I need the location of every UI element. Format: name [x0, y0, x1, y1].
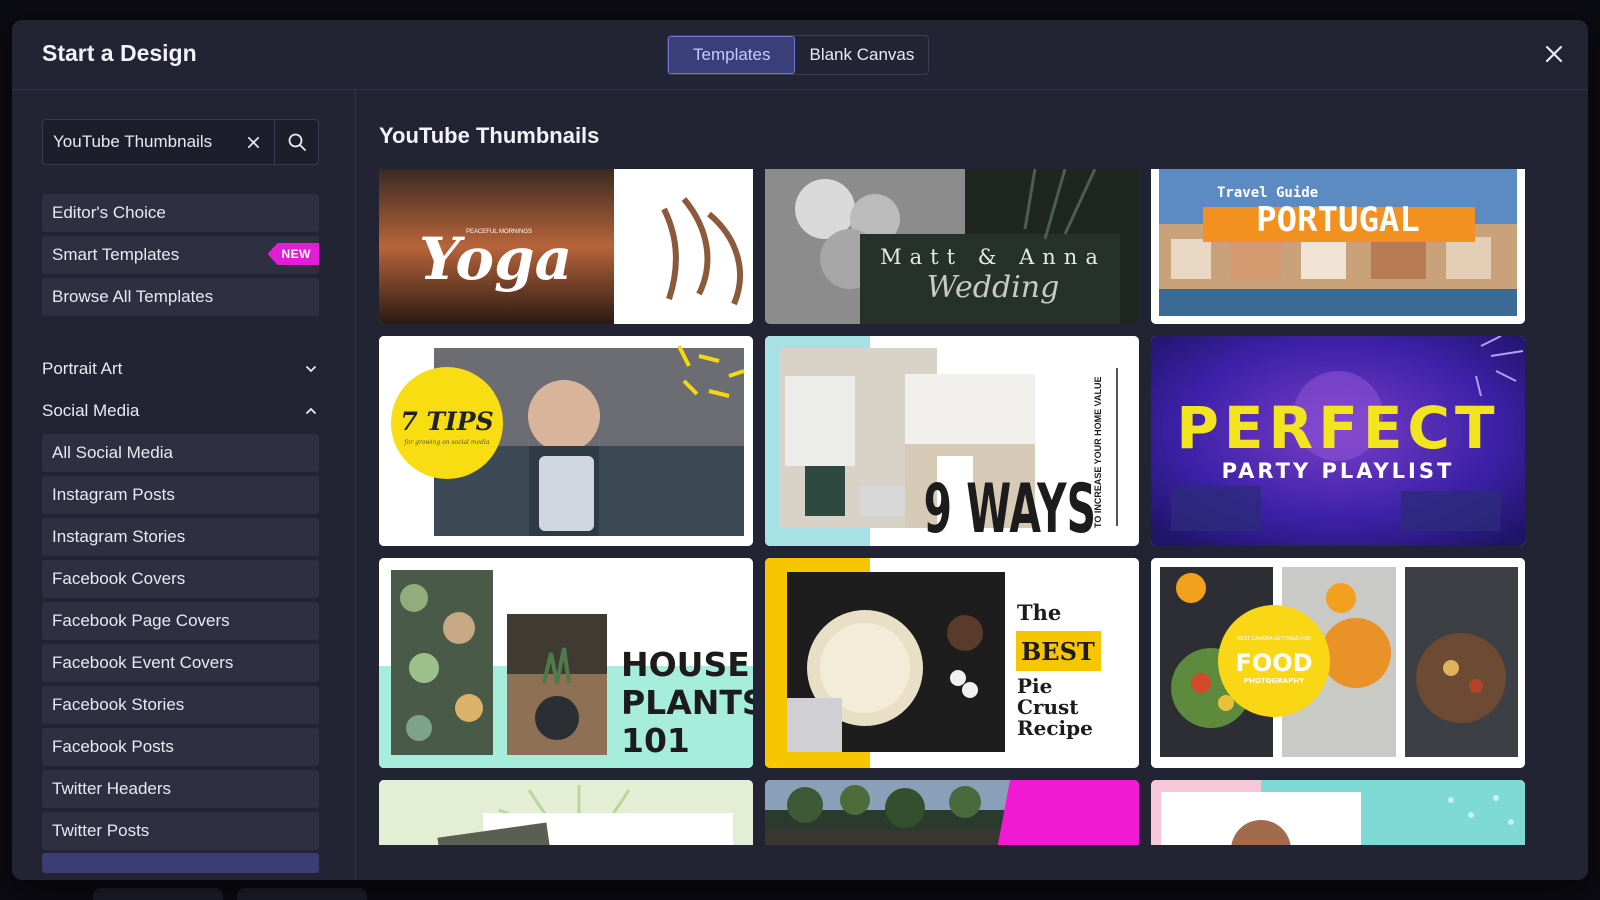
- sidebar-item-label: Twitter Posts: [52, 821, 150, 840]
- template-card-party-playlist[interactable]: PERFECT PARTY PLAYLIST: [1151, 336, 1525, 546]
- partial-thumbnail-1: [379, 780, 753, 845]
- chevron-down-icon: [306, 366, 316, 373]
- plants-title-line2: PLANTS: [621, 683, 753, 722]
- sidebar-item-label: Facebook Stories: [52, 695, 185, 714]
- sidebar-item-facebook-stories[interactable]: Facebook Stories: [42, 686, 319, 724]
- party-thumbnail: PERFECT PARTY PLAYLIST: [1151, 336, 1525, 546]
- tips-subtitle: for growing on social media: [404, 439, 490, 446]
- wedding-names: Matt & Anna: [880, 245, 1106, 269]
- portugal-title: PORTUGAL: [1256, 200, 1420, 240]
- pie-title-the: The: [1017, 600, 1061, 625]
- template-card-yoga[interactable]: PEACEFUL MORNINGS Yoga: [379, 169, 753, 324]
- section-portrait-art[interactable]: Portrait Art: [42, 352, 319, 386]
- modal-title: Start a Design: [42, 40, 197, 66]
- sidebar-item-label: Facebook Covers: [52, 569, 186, 588]
- sidebar-item-facebook-posts[interactable]: Facebook Posts: [42, 728, 319, 766]
- template-card-9-ways[interactable]: 9 WAYS TO INCREASE YOUR HOME VALUE: [765, 336, 1139, 546]
- yoga-title: Yoga: [419, 225, 572, 293]
- section-label: Portrait Art: [42, 359, 123, 378]
- tips-title: 7 TIPS: [400, 407, 493, 436]
- pie-thumbnail: The BEST Pie Crust Recipe: [765, 558, 1139, 768]
- sidebar-item-instagram-posts[interactable]: Instagram Posts: [42, 476, 319, 514]
- template-card-food-photography[interactable]: BEST CAMERA SETTINGS FOR FOOD PHOTOGRAPH…: [1151, 558, 1525, 768]
- food-thumbnail: BEST CAMERA SETTINGS FOR FOOD PHOTOGRAPH…: [1151, 558, 1525, 768]
- tips-thumbnail: 7 TIPS for growing on social media: [379, 336, 753, 546]
- tab-blank-canvas[interactable]: Blank Canvas: [795, 36, 928, 74]
- sidebar-item-label: Instagram Posts: [52, 485, 175, 504]
- yoga-thumbnail: PEACEFUL MORNINGS Yoga: [379, 169, 753, 324]
- mode-tabs: Templates Blank Canvas: [667, 35, 930, 75]
- sidebar-item-label: Smart Templates: [52, 245, 180, 264]
- party-subtitle: PARTY PLAYLIST: [1222, 459, 1455, 483]
- party-title: PERFECT: [1176, 394, 1499, 462]
- sidebar-item-twitter-posts[interactable]: Twitter Posts: [42, 812, 319, 850]
- ways-thumbnail: 9 WAYS TO INCREASE YOUR HOME VALUE: [765, 336, 1139, 546]
- new-badge: NEW: [267, 243, 319, 265]
- sidebar-item-label: Browse All Templates: [52, 287, 214, 306]
- background-thumbnail: [237, 888, 367, 900]
- section-label: Social Media: [42, 401, 140, 420]
- food-subtitle: PHOTOGRAPHY: [1244, 677, 1305, 685]
- section-social-media[interactable]: Social Media: [42, 394, 319, 428]
- plants-thumbnail: HOUSE PLANTS 101: [379, 558, 753, 768]
- ways-subtitle: TO INCREASE YOUR HOME VALUE: [1093, 376, 1103, 528]
- search-input[interactable]: [43, 120, 232, 164]
- modal-header: Start a Design Templates Blank Canvas: [12, 20, 1588, 90]
- wedding-thumbnail: Matt & Anna Wedding: [765, 169, 1139, 324]
- portugal-subtitle: Travel Guide: [1217, 185, 1318, 201]
- portugal-thumbnail: Travel Guide PORTUGAL: [1151, 169, 1525, 324]
- close-button[interactable]: [1542, 42, 1566, 66]
- tab-templates[interactable]: Templates: [668, 36, 796, 74]
- pie-title-best: BEST: [1021, 637, 1095, 666]
- sidebar-item-label: Instagram Stories: [52, 527, 186, 546]
- sidebar-item-editors-choice[interactable]: Editor's Choice: [42, 194, 319, 232]
- plants-title-line1: HOUSE: [621, 645, 750, 684]
- chevron-up-icon: [306, 407, 316, 414]
- template-gallery: YouTube Thumbnails PEACEFUL MORNINGS Yog…: [357, 90, 1588, 880]
- ways-title: 9 WAYS: [924, 470, 1096, 546]
- sidebar: Editor's Choice Smart Templates NEW Brow…: [12, 90, 356, 880]
- search-button[interactable]: [274, 120, 318, 164]
- sidebar-item-all-social-media[interactable]: All Social Media: [42, 434, 319, 472]
- template-card-7-tips[interactable]: 7 TIPS for growing on social media: [379, 336, 753, 546]
- start-design-modal: Start a Design Templates Blank Canvas Ed…: [12, 20, 1588, 880]
- template-card-pie-crust[interactable]: The BEST Pie Crust Recipe: [765, 558, 1139, 768]
- sidebar-item-label: All Social Media: [52, 443, 173, 462]
- gallery-title: YouTube Thumbnails: [379, 123, 600, 148]
- sidebar-item-label: Facebook Posts: [52, 737, 174, 756]
- pie-title-recipe: Recipe: [1017, 716, 1093, 740]
- partial-thumbnail-2: [765, 780, 1139, 845]
- template-card-partial-3[interactable]: [1151, 780, 1525, 845]
- template-card-house-plants[interactable]: HOUSE PLANTS 101: [379, 558, 753, 768]
- partial-thumbnail-3: [1151, 780, 1525, 845]
- search-icon: [288, 133, 306, 151]
- close-icon: [247, 136, 259, 148]
- wedding-title: Wedding: [927, 270, 1060, 305]
- plants-title-line3: 101: [621, 721, 690, 760]
- sidebar-item-label: Facebook Page Covers: [52, 611, 230, 630]
- sidebar-item-smart-templates[interactable]: Smart Templates NEW: [42, 236, 319, 274]
- sidebar-item-facebook-event-covers[interactable]: Facebook Event Covers: [42, 644, 319, 682]
- template-card-portugal[interactable]: Travel Guide PORTUGAL: [1151, 169, 1525, 324]
- sidebar-item-instagram-stories[interactable]: Instagram Stories: [42, 518, 319, 556]
- sidebar-item-twitter-headers[interactable]: Twitter Headers: [42, 770, 319, 808]
- sidebar-item-browse-all[interactable]: Browse All Templates: [42, 278, 319, 316]
- food-small-text: BEST CAMERA SETTINGS FOR: [1237, 636, 1311, 642]
- sidebar-item-label: Editor's Choice: [52, 203, 166, 222]
- close-icon: [1545, 45, 1563, 63]
- background-thumbnail: [93, 888, 223, 900]
- sidebar-item-facebook-covers[interactable]: Facebook Covers: [42, 560, 319, 598]
- search-box: [42, 119, 319, 165]
- sidebar-item-facebook-page-covers[interactable]: Facebook Page Covers: [42, 602, 319, 640]
- template-card-partial-2[interactable]: [765, 780, 1139, 845]
- food-title: FOOD: [1235, 649, 1312, 677]
- sidebar-item-label: Twitter Headers: [52, 779, 172, 798]
- clear-search-button[interactable]: [232, 120, 274, 164]
- template-card-partial-1[interactable]: [379, 780, 753, 845]
- sidebar-item-label: Facebook Event Covers: [52, 653, 234, 672]
- template-grid: PEACEFUL MORNINGS Yoga Matt & Anna Weddi…: [379, 169, 1527, 845]
- template-card-wedding[interactable]: Matt & Anna Wedding: [765, 169, 1139, 324]
- sidebar-item-partial[interactable]: [42, 853, 319, 873]
